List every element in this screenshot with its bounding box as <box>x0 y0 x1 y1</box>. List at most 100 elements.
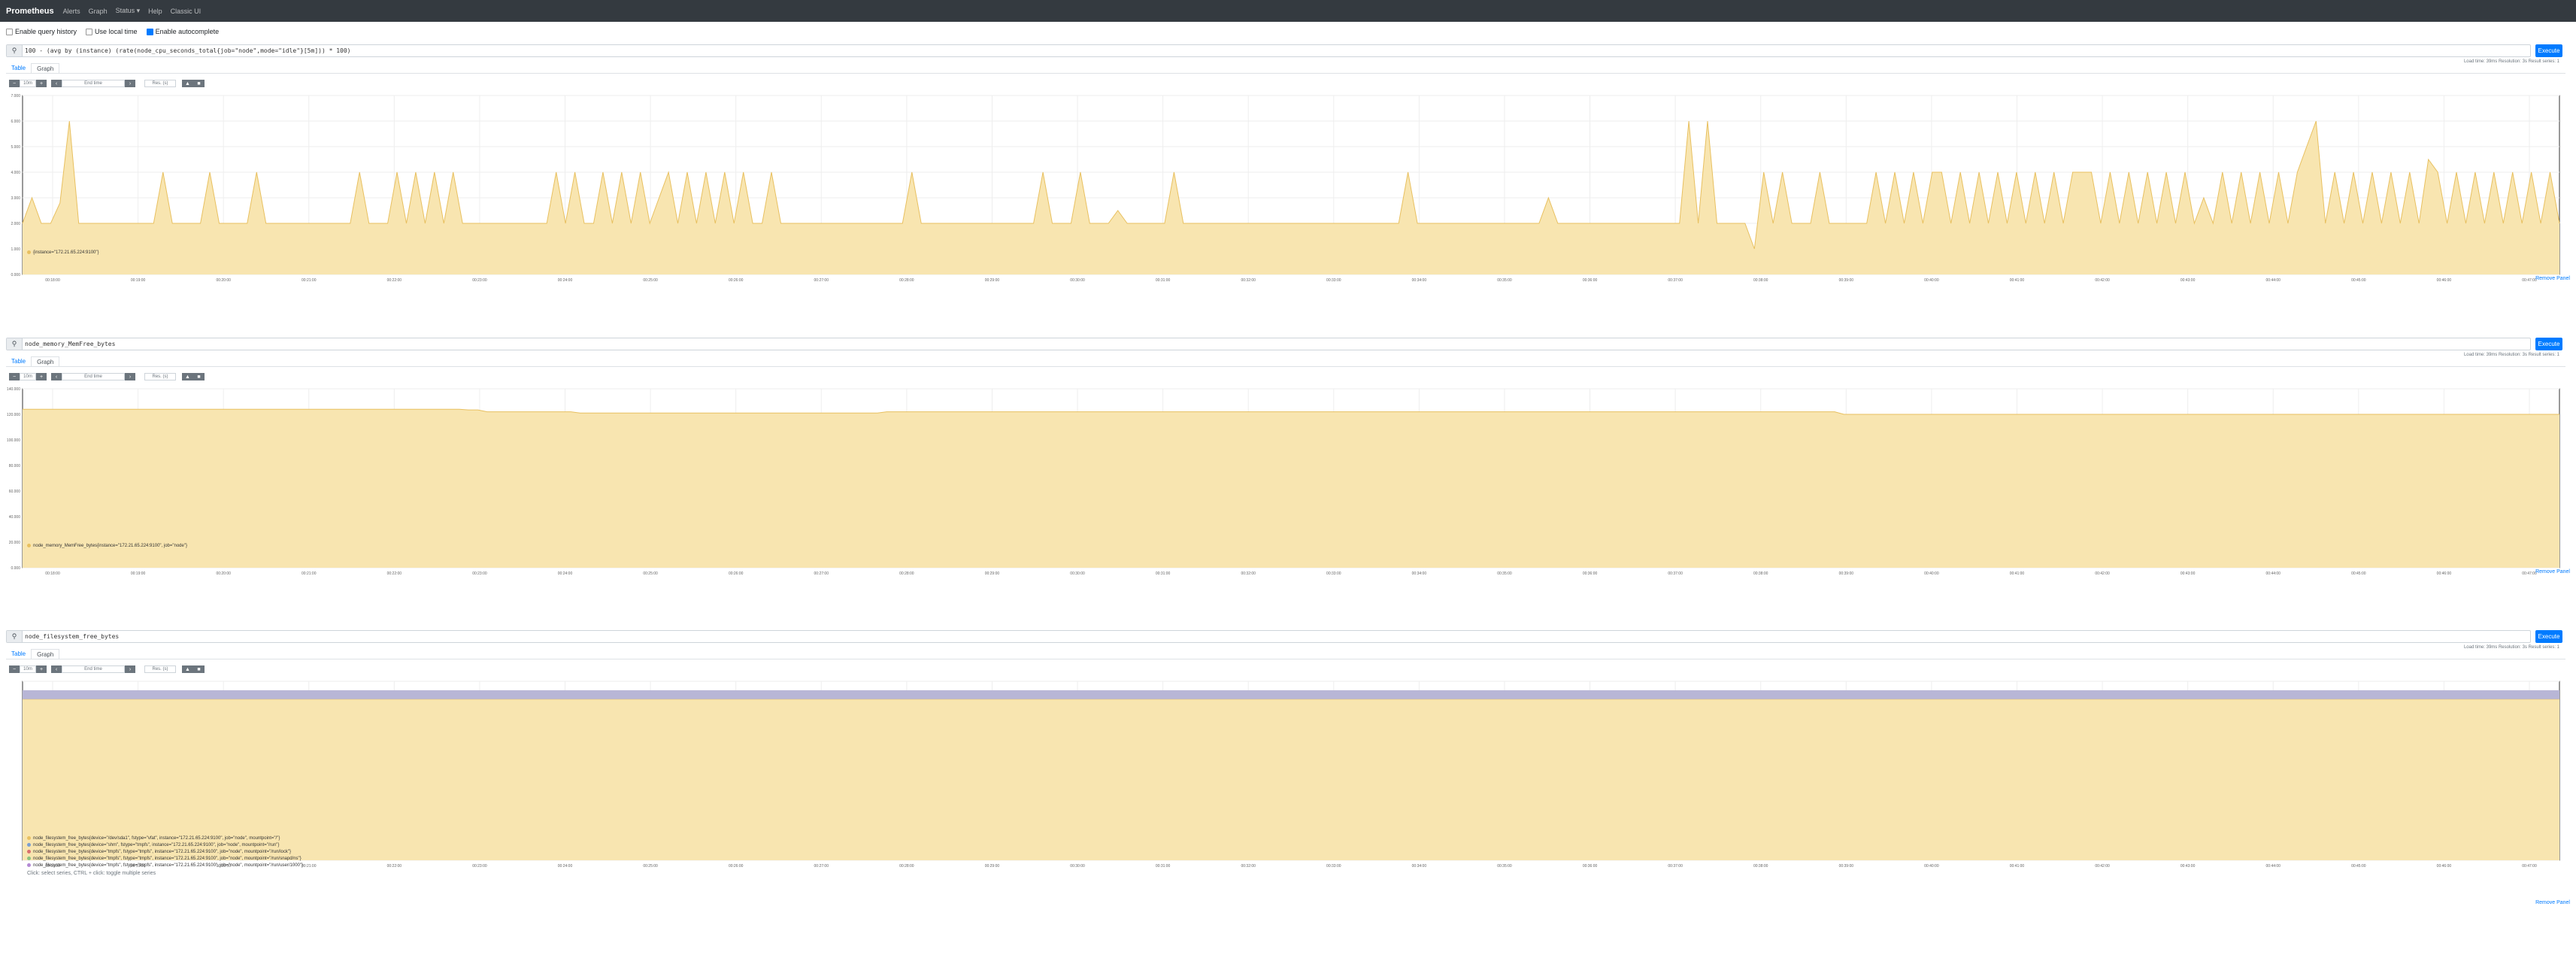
x-tick-label: 00:41:00 <box>2010 278 2025 283</box>
time-forward-button[interactable]: › <box>125 373 135 380</box>
tab-graph[interactable]: Graph <box>31 63 60 73</box>
tab-bar: Table Graph <box>6 63 60 73</box>
time-forward-button[interactable]: › <box>125 665 135 673</box>
nav-help[interactable]: Help <box>148 8 162 15</box>
execute-button[interactable]: Execute <box>2535 338 2562 350</box>
x-tick-label: 00:36:00 <box>1583 278 1598 283</box>
range-minus-button[interactable]: − <box>9 80 20 87</box>
nav-status[interactable]: Status ▾ <box>116 7 141 15</box>
y-tick-label: 6.000 <box>11 120 20 124</box>
legend-item[interactable]: {instance="172.21.65.224:9100"} <box>27 249 99 256</box>
execute-button[interactable]: Execute <box>2535 630 2562 643</box>
end-time-input[interactable]: End time <box>62 665 125 673</box>
x-tick-label: 00:28:00 <box>899 278 914 283</box>
x-tick-label: 00:20:00 <box>216 278 231 283</box>
legend-item[interactable]: node_filesystem_free_bytes{device="shm",… <box>27 841 303 848</box>
x-tick-label: 00:34:00 <box>1412 571 1427 576</box>
x-tick-label: 00:21:00 <box>302 571 317 576</box>
legend-label: node_filesystem_free_bytes{device="/dev/… <box>33 835 280 841</box>
query-panel: ⚲ node_filesystem_free_bytes Execute Loa… <box>6 630 2565 931</box>
tab-graph[interactable]: Graph <box>31 649 60 659</box>
series-band <box>23 690 2559 699</box>
range-input[interactable]: 10m <box>20 373 36 380</box>
x-tick-label: 00:32:00 <box>1241 278 1256 283</box>
y-tick-label: 1.000 <box>11 247 20 252</box>
time-back-button[interactable]: ‹ <box>51 665 62 673</box>
x-tick-label: 00:38:00 <box>1753 571 1768 576</box>
x-tick-label: 00:23:00 <box>472 278 487 283</box>
remove-panel-link[interactable]: Remove Panel <box>2535 569 2570 574</box>
x-tick-label: 00:31:00 <box>1156 571 1171 576</box>
range-plus-button[interactable]: + <box>36 373 47 380</box>
query-input[interactable]: ⚲ node_filesystem_free_bytes <box>6 630 2531 643</box>
resolution-input[interactable]: Res. (s) <box>144 80 176 87</box>
x-tick-label: 00:27:00 <box>814 571 829 576</box>
tab-table[interactable]: Table <box>6 356 31 366</box>
end-time-input[interactable]: End time <box>62 373 125 380</box>
x-tick-label: 00:47:00 <box>2522 278 2537 283</box>
remove-panel-link[interactable]: Remove Panel <box>2535 900 2570 905</box>
range-minus-button[interactable]: − <box>9 373 20 380</box>
legend-swatch <box>27 850 31 853</box>
option-local-time[interactable]: Use local time <box>86 28 138 35</box>
legend-item[interactable]: node_filesystem_free_bytes{device="tmpfs… <box>27 862 303 869</box>
stacked-chart-icon[interactable]: ▲ <box>182 665 193 673</box>
resolution-input[interactable]: Res. (s) <box>144 373 176 380</box>
option-query-history[interactable]: Enable query history <box>6 28 77 35</box>
remove-panel-link[interactable]: Remove Panel <box>2535 276 2570 281</box>
range-minus-button[interactable]: − <box>9 665 20 673</box>
range-input[interactable]: 10m <box>20 665 36 673</box>
execute-button[interactable]: Execute <box>2535 44 2562 57</box>
stacked-chart-icon[interactable]: ▲ <box>182 80 193 87</box>
y-tick-label: 20.000 <box>9 541 21 545</box>
option-autocomplete[interactable]: Enable autocomplete <box>146 28 219 35</box>
query-input[interactable]: ⚲ node_memory_MemFree_bytes <box>6 338 2531 350</box>
checkbox[interactable] <box>6 28 13 35</box>
time-back-button[interactable]: ‹ <box>51 80 62 87</box>
brand-logo[interactable]: Prometheus <box>6 7 54 16</box>
x-tick-label: 00:30:00 <box>1070 864 1085 869</box>
range-input[interactable]: 10m <box>20 80 36 87</box>
graph-chart[interactable]: 7.000 6.000 5.000 4.000 3.000 2.000 1.000 0.000… <box>6 91 2565 290</box>
legend-item[interactable]: node_filesystem_free_bytes{device="/dev/… <box>27 835 303 841</box>
x-tick-label: 00:22:00 <box>387 571 402 576</box>
resolution-input[interactable]: Res. (s) <box>144 665 176 673</box>
graph-chart[interactable]: 140.000 120.000 100.000 80.000 60.000 40.000 2… <box>6 384 2565 583</box>
checkbox[interactable] <box>146 28 153 35</box>
x-tick-label: 00:42:00 <box>2095 571 2110 576</box>
range-plus-button[interactable]: + <box>36 80 47 87</box>
tab-graph[interactable]: Graph <box>31 356 60 366</box>
query-text: node_filesystem_free_bytes <box>25 633 120 640</box>
nav-alerts[interactable]: Alerts <box>63 8 80 15</box>
checkbox[interactable] <box>86 28 93 35</box>
x-tick-label: 00:43:00 <box>2181 571 2196 576</box>
legend-item[interactable]: node_filesystem_free_bytes{device="tmpfs… <box>27 848 303 855</box>
tab-table[interactable]: Table <box>6 63 31 73</box>
nav-classic-ui[interactable]: Classic UI <box>171 8 202 15</box>
x-tick-label: 00:34:00 <box>1412 278 1427 283</box>
graph-legend: {instance="172.21.65.224:9100"} <box>27 249 99 256</box>
time-forward-button[interactable]: › <box>125 80 135 87</box>
query-input[interactable]: ⚲ 100 - (avg by (instance) (rate(node_cp… <box>6 44 2531 57</box>
time-back-button[interactable]: ‹ <box>51 373 62 380</box>
x-tick-label: 00:18:00 <box>45 571 60 576</box>
unstacked-chart-icon[interactable]: ■ <box>193 665 205 673</box>
unstacked-chart-icon[interactable]: ■ <box>193 80 205 87</box>
x-tick-label: 00:26:00 <box>729 278 744 283</box>
tab-table[interactable]: Table <box>6 649 31 659</box>
x-tick-label: 00:25:00 <box>643 864 658 869</box>
x-tick-label: 00:46:00 <box>2437 278 2452 283</box>
x-tick-label: 00:35:00 <box>1497 278 1512 283</box>
range-plus-button[interactable]: + <box>36 665 47 673</box>
nav-graph[interactable]: Graph <box>89 8 108 15</box>
x-tick-label: 00:33:00 <box>1326 864 1341 869</box>
unstacked-chart-icon[interactable]: ■ <box>193 373 205 380</box>
end-time-input[interactable]: End time <box>62 80 125 87</box>
legend-item[interactable]: node_filesystem_free_bytes{device="tmpfs… <box>27 855 303 862</box>
stacked-chart-icon[interactable]: ▲ <box>182 373 193 380</box>
query-row: ⚲ node_filesystem_free_bytes Execute <box>6 630 2565 643</box>
graph-chart[interactable]: 00:18:00 00:19:00 00:20:00 00:21:00 00:22:00… <box>6 677 2565 875</box>
series-area <box>23 699 2559 860</box>
legend-label: node_filesystem_free_bytes{device="tmpfs… <box>33 863 304 868</box>
legend-item[interactable]: node_memory_MemFree_bytes{instance="172.… <box>27 542 187 549</box>
